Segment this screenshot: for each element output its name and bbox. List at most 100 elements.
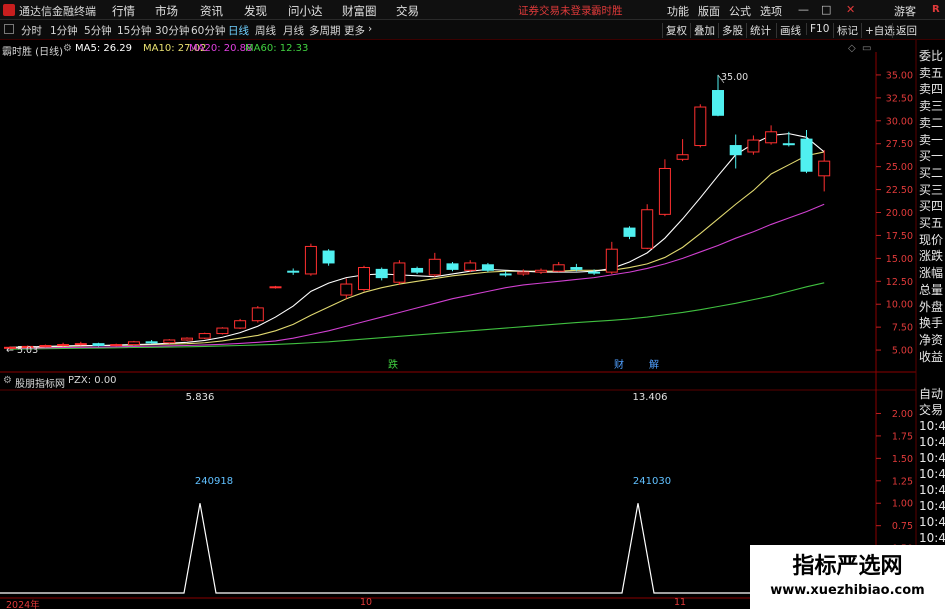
candle-body-up (676, 154, 689, 160)
candle-body-down (712, 90, 724, 116)
btn-overlay[interactable]: 叠加 (690, 23, 718, 38)
candle-body-up (358, 267, 370, 291)
chart-frame (0, 40, 917, 609)
period-15min[interactable]: 15分钟 (117, 23, 151, 38)
period-5min[interactable]: 5分钟 (84, 23, 112, 38)
menu-discover[interactable]: 发现 (244, 3, 267, 19)
btn-draw[interactable]: 画线 (776, 23, 804, 38)
menu-market[interactable]: 市场 (155, 3, 178, 19)
ma-polyline (9, 133, 825, 348)
y-tick-label: 20.00 (886, 208, 913, 219)
high-label: 35.00 (721, 72, 748, 83)
menu-function[interactable]: 功能 (667, 3, 689, 19)
period-daily[interactable]: 日线 (228, 23, 249, 38)
menu-layout[interactable]: 版面 (698, 3, 720, 19)
trade-label: 10:40 (919, 467, 945, 481)
period-1min[interactable]: 1分钟 (50, 23, 78, 38)
quote-label: 换手 (919, 316, 944, 331)
menu-news[interactable]: 资讯 (200, 3, 223, 19)
candle-body-up (393, 262, 406, 283)
menu-formula[interactable]: 公式 (729, 3, 751, 19)
candle-body-up (605, 248, 618, 273)
trade-label: 10:40 (919, 499, 945, 513)
y-tick-label: 5.00 (892, 346, 913, 357)
candle-body-up (552, 264, 565, 272)
menu-ask[interactable]: 问小达 (288, 3, 323, 19)
period-monthly[interactable]: 月线 (283, 23, 304, 38)
quote-label: 委比 (919, 49, 944, 63)
period-60min[interactable]: 60分钟 (191, 23, 225, 38)
user-guest[interactable]: 游客 (894, 3, 916, 19)
quote-label: 卖三 (919, 99, 944, 114)
candle-body-down (287, 270, 300, 273)
quote-label: 卖五 (919, 65, 944, 80)
quote-label: 净资 (919, 332, 944, 347)
btn-mark[interactable]: 标记 (833, 23, 861, 38)
candle-body-up (818, 160, 831, 177)
mark-drop: 跌 (388, 358, 398, 371)
kline-chart-area[interactable]: 2.001.751.501.251.000.750.500.255.83613.… (0, 40, 945, 609)
y-tick-label: 22.50 (886, 185, 913, 196)
minimize-icon[interactable]: — (798, 3, 809, 16)
quote-labels: 委比 卖五 卖四 卖三 卖二 卖一 买一 买二 买三 买四 买五 现价 涨跌 涨幅 总量 外盘 换手 净资 收益 (919, 48, 945, 365)
candle-body-up (39, 344, 52, 347)
ma10-line (9, 151, 825, 349)
y-tick-label: 12.50 (886, 277, 913, 288)
period-multi[interactable]: 多周期 (309, 23, 341, 38)
y-tick-label: 7.50 (892, 323, 913, 334)
quote-label: 买三 (919, 182, 944, 197)
period-30min[interactable]: 30分钟 (155, 23, 189, 38)
indicator-title: 股朋指标网 (15, 379, 65, 390)
quote-label: 涨跌 (919, 249, 944, 264)
low-label: ← 5.03 (6, 345, 38, 356)
indicator-settings-icon[interactable]: ⚙ (3, 375, 12, 386)
btn-stats[interactable]: 统计 (746, 23, 774, 38)
ma5-line (9, 133, 825, 348)
candle-body-up (74, 343, 87, 346)
candle-body-down (446, 263, 459, 270)
btn-f10[interactable]: F10 (806, 23, 832, 35)
close-icon[interactable]: ✕ (846, 3, 855, 16)
period-more[interactable]: 更多 (344, 23, 365, 38)
menu-trade[interactable]: 交易 (396, 3, 419, 19)
value2-label: 13.406 (633, 392, 668, 403)
candle-body-up (251, 307, 264, 322)
btn-back[interactable]: 返回 (892, 23, 920, 38)
menu-quotes[interactable]: 行情 (112, 3, 135, 19)
candle-body-up (658, 167, 671, 215)
y-tick-label: 35.00 (886, 70, 913, 81)
btn-multi-stock[interactable]: 多股 (718, 23, 746, 38)
candle-body-up (641, 209, 654, 249)
quote-label: 卖二 (919, 115, 944, 130)
ind-tick-label: 1.25 (892, 476, 913, 487)
period-weekly[interactable]: 周线 (255, 23, 276, 38)
login-warning[interactable]: 证券交易未登录 (518, 3, 592, 18)
more-chevron-icon[interactable]: › (368, 23, 372, 35)
ind-tick-label: 1.00 (892, 499, 913, 510)
candle-body-down (800, 138, 813, 172)
trade-label: 10:40 (919, 515, 945, 529)
candle-body-down (499, 273, 512, 276)
quote-label: 卖一 (919, 132, 944, 147)
trade-label: 10:40 (919, 483, 945, 497)
candle-body-up (234, 320, 247, 329)
x-label-11: 11 (674, 597, 687, 608)
menu-wealth[interactable]: 财富圈 (342, 3, 377, 19)
candle-body-down (782, 143, 795, 146)
period-toolbar: 分时 1分钟 5分钟 15分钟 30分钟 60分钟 日线 周线 月线 多周期 更… (0, 20, 945, 40)
btn-restore-rights[interactable]: 复权 (662, 23, 690, 38)
candle-body-up (694, 106, 707, 147)
y-tick-label: 17.50 (886, 231, 913, 242)
ad-url: www.xuezhibiao.com (770, 583, 925, 598)
menu-options[interactable]: 选项 (760, 3, 782, 19)
trade-label: 10:40 (919, 451, 945, 465)
period-intraday[interactable]: 分时 (21, 23, 42, 38)
candle-body-up (464, 262, 477, 271)
y-tick-label: 30.00 (886, 116, 913, 127)
y-tick-label: 32.50 (886, 93, 913, 104)
candle-body-up (428, 258, 441, 276)
candle-body-up (304, 245, 317, 275)
maximize-icon[interactable]: □ (821, 3, 831, 16)
date1-label: 240918 (195, 476, 233, 487)
panel-toggle-icon[interactable] (4, 24, 14, 34)
